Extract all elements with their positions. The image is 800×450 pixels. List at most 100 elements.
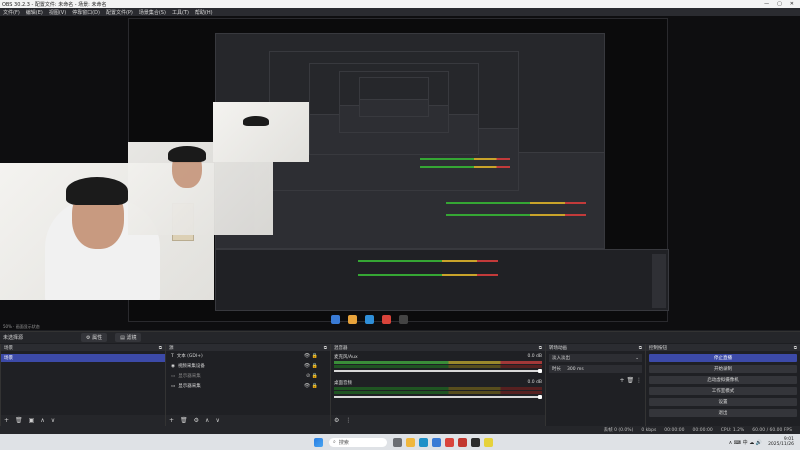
folder-icon[interactable] (406, 437, 415, 447)
duration-field[interactable]: 时长 300 ms (549, 365, 642, 373)
add-scene-icon[interactable]: + (4, 417, 9, 424)
menu-help[interactable]: 帮助(H) (195, 9, 213, 16)
scene-item[interactable]: 场景 (1, 354, 165, 362)
system-tray[interactable]: ∧ ⌨ 中 ☁ 🔊 (729, 439, 762, 446)
windows-taskbar: ⌕ 搜索 ∧ ⌨ 中 ☁ 🔊 9:01 2025/11/26 (0, 434, 800, 450)
controls-dock: 控制按钮 ⧉ 停止直播 开始录制 启动虚拟摄像机 工作室模式 设置 退出 (645, 344, 800, 426)
settings-button[interactable]: 设置 (649, 398, 797, 406)
virtual-camera-button[interactable]: 启动虚拟摄像机 (649, 376, 797, 384)
volume-slider[interactable] (334, 369, 542, 373)
window-titlebar: OBS 30.2.3 - 配置文件: 未命名 - 场景: 未命名 — ▢ ✕ (0, 0, 800, 8)
close-button[interactable]: ✕ (790, 1, 794, 7)
add-source-icon[interactable]: + (169, 417, 174, 424)
menu-profile[interactable]: 配置文件(P) (106, 9, 133, 16)
channel-name: 麦克风/Aux (334, 355, 358, 360)
mixer-dock: 混音器 ⧉ 麦克风/Aux 0.0 dB 桌面音频 0.0 dB ⚙ ⋮ (330, 344, 545, 426)
move-down-icon[interactable]: ∨ (215, 417, 219, 424)
taskbar-search[interactable]: ⌕ 搜索 (329, 437, 387, 447)
move-down-icon[interactable]: ∨ (51, 417, 55, 424)
visibility-eye-icon[interactable]: 👁 🔒 (304, 363, 318, 369)
minimize-button[interactable]: — (764, 1, 769, 7)
scenes-dock: 场景 ⧉ 场景 + 🗑 ▣ ∧ ∨ (0, 344, 165, 426)
menu-tools[interactable]: 工具(T) (172, 9, 189, 16)
source-item[interactable]: T 文本 (GDI+) 👁 🔒 (166, 351, 330, 361)
sources-footer: + 🗑 ⚙ ∧ ∨ (166, 415, 330, 426)
search-icon: ⌕ (333, 439, 336, 445)
sources-dock: 源 ⧉ T 文本 (GDI+) 👁 🔒 ◉ 视频采集设备 👁 🔒 ▭ 显示器采集 ⊘ 🔒 ▭ 显… (165, 344, 330, 426)
volume-meter (334, 361, 542, 364)
mixer-channel: 麦克风/Aux 0.0 dB (334, 354, 542, 373)
monitor-icon: ▭ (171, 383, 176, 389)
source-item[interactable]: ◉ 视频采集设备 👁 🔒 (166, 361, 330, 371)
app-icon[interactable] (458, 437, 467, 447)
visibility-eye-icon[interactable]: 👁 🔒 (304, 383, 318, 389)
status-bar: 丢帧 0 (0.0%) 0 kbps 00:00:00 00:00:00 CPU… (0, 426, 800, 434)
preview-area[interactable]: 50% · 画面显示状态 (0, 16, 800, 330)
dock-float-icon[interactable]: ⧉ (159, 345, 162, 351)
preview-zoom-status: 50% · 画面显示状态 (3, 324, 40, 329)
menu-view[interactable]: 视图(V) (49, 9, 66, 16)
move-up-icon[interactable]: ∧ (205, 417, 209, 424)
exit-button[interactable]: 退出 (649, 409, 797, 417)
store-icon[interactable] (432, 437, 441, 447)
source-toolbar: 未选择源 ⚙ 属性 ▤ 滤镜 (0, 331, 800, 343)
maximize-button[interactable]: ▢ (777, 1, 782, 7)
menu-file[interactable]: 文件(F) (3, 9, 20, 16)
remove-scene-icon[interactable]: 🗑 (15, 417, 23, 424)
cpu-usage: CPU: 1.2% (720, 427, 745, 433)
dock-float-icon[interactable]: ⧉ (539, 345, 542, 351)
menu-edit[interactable]: 编辑(E) (26, 9, 43, 16)
menu-scene-collection[interactable]: 场景集合(S) (139, 9, 166, 16)
window-title: OBS 30.2.3 - 配置文件: 未命名 - 场景: 未命名 (2, 1, 107, 8)
mixer-title: 混音器 (334, 345, 348, 351)
menu-docks[interactable]: 停靠窗口(D) (72, 9, 100, 16)
volume-slider[interactable] (334, 395, 542, 399)
volume-meter (334, 387, 542, 390)
filters-button[interactable]: ▤ 滤镜 (115, 333, 142, 342)
source-item[interactable]: ▭ 显示器采集 ⊘ 🔒 (166, 371, 330, 381)
remove-transition-icon[interactable]: 🗑 (626, 377, 634, 384)
nested-capture-5 (359, 77, 429, 117)
transition-select[interactable]: 淡入淡出 ⌄ (549, 354, 642, 362)
text-icon: T (171, 353, 174, 359)
dock-float-icon[interactable]: ⧉ (324, 345, 327, 351)
transition-actions: + 🗑 ⋮ (546, 377, 643, 384)
fps-readout: 60.00 / 60.00 FPS (752, 427, 792, 433)
channel-name: 桌面音频 (334, 381, 352, 386)
nested-panel-bottom (215, 249, 669, 311)
start-icon[interactable] (314, 437, 323, 447)
mixer-menu-icon[interactable]: ⋮ (345, 417, 351, 424)
task-view-icon[interactable] (393, 437, 402, 447)
chevron-down-icon: ⌄ (635, 355, 639, 361)
monitor-icon: ▭ (171, 373, 176, 379)
transition-menu-icon[interactable]: ⋮ (636, 377, 642, 384)
source-settings-icon[interactable]: ⚙ (194, 417, 199, 424)
start-recording-button[interactable]: 开始录制 (649, 365, 797, 373)
clock[interactable]: 9:01 2025/11/26 (768, 437, 800, 447)
studio-mode-button[interactable]: 工作室模式 (649, 387, 797, 395)
obs-icon[interactable] (471, 437, 480, 447)
live-time: 00:00:00 (692, 427, 713, 433)
scenes-title: 场景 (4, 345, 13, 351)
visibility-eye-icon[interactable]: ⊘ 🔒 (306, 373, 318, 379)
bitrate: 0 kbps (641, 427, 657, 433)
channel-db: 0.0 dB (527, 380, 542, 385)
move-up-icon[interactable]: ∧ (40, 417, 44, 424)
visibility-eye-icon[interactable]: 👁 🔒 (304, 353, 318, 359)
dropped-frames: 丢帧 0 (0.0%) (603, 428, 634, 433)
source-item[interactable]: ▭ 显示器采集 👁 🔒 (166, 381, 330, 391)
chrome-icon[interactable] (445, 437, 454, 447)
dock-float-icon[interactable]: ⧉ (794, 345, 797, 351)
recording-time: 00:00:00 (664, 427, 685, 433)
properties-button[interactable]: ⚙ 属性 (81, 333, 108, 342)
mixer-settings-icon[interactable]: ⚙ (334, 417, 339, 424)
edge-icon[interactable] (419, 437, 428, 447)
dock-float-icon[interactable]: ⧉ (639, 345, 642, 351)
add-transition-icon[interactable]: + (620, 377, 625, 384)
controls-title: 控制按钮 (649, 345, 667, 351)
stop-streaming-button[interactable]: 停止直播 (649, 354, 797, 362)
no-source-label: 未选择源 (3, 335, 24, 341)
app2-icon[interactable] (484, 437, 493, 447)
remove-source-icon[interactable]: 🗑 (180, 417, 188, 424)
scene-filter-icon[interactable]: ▣ (29, 417, 35, 424)
